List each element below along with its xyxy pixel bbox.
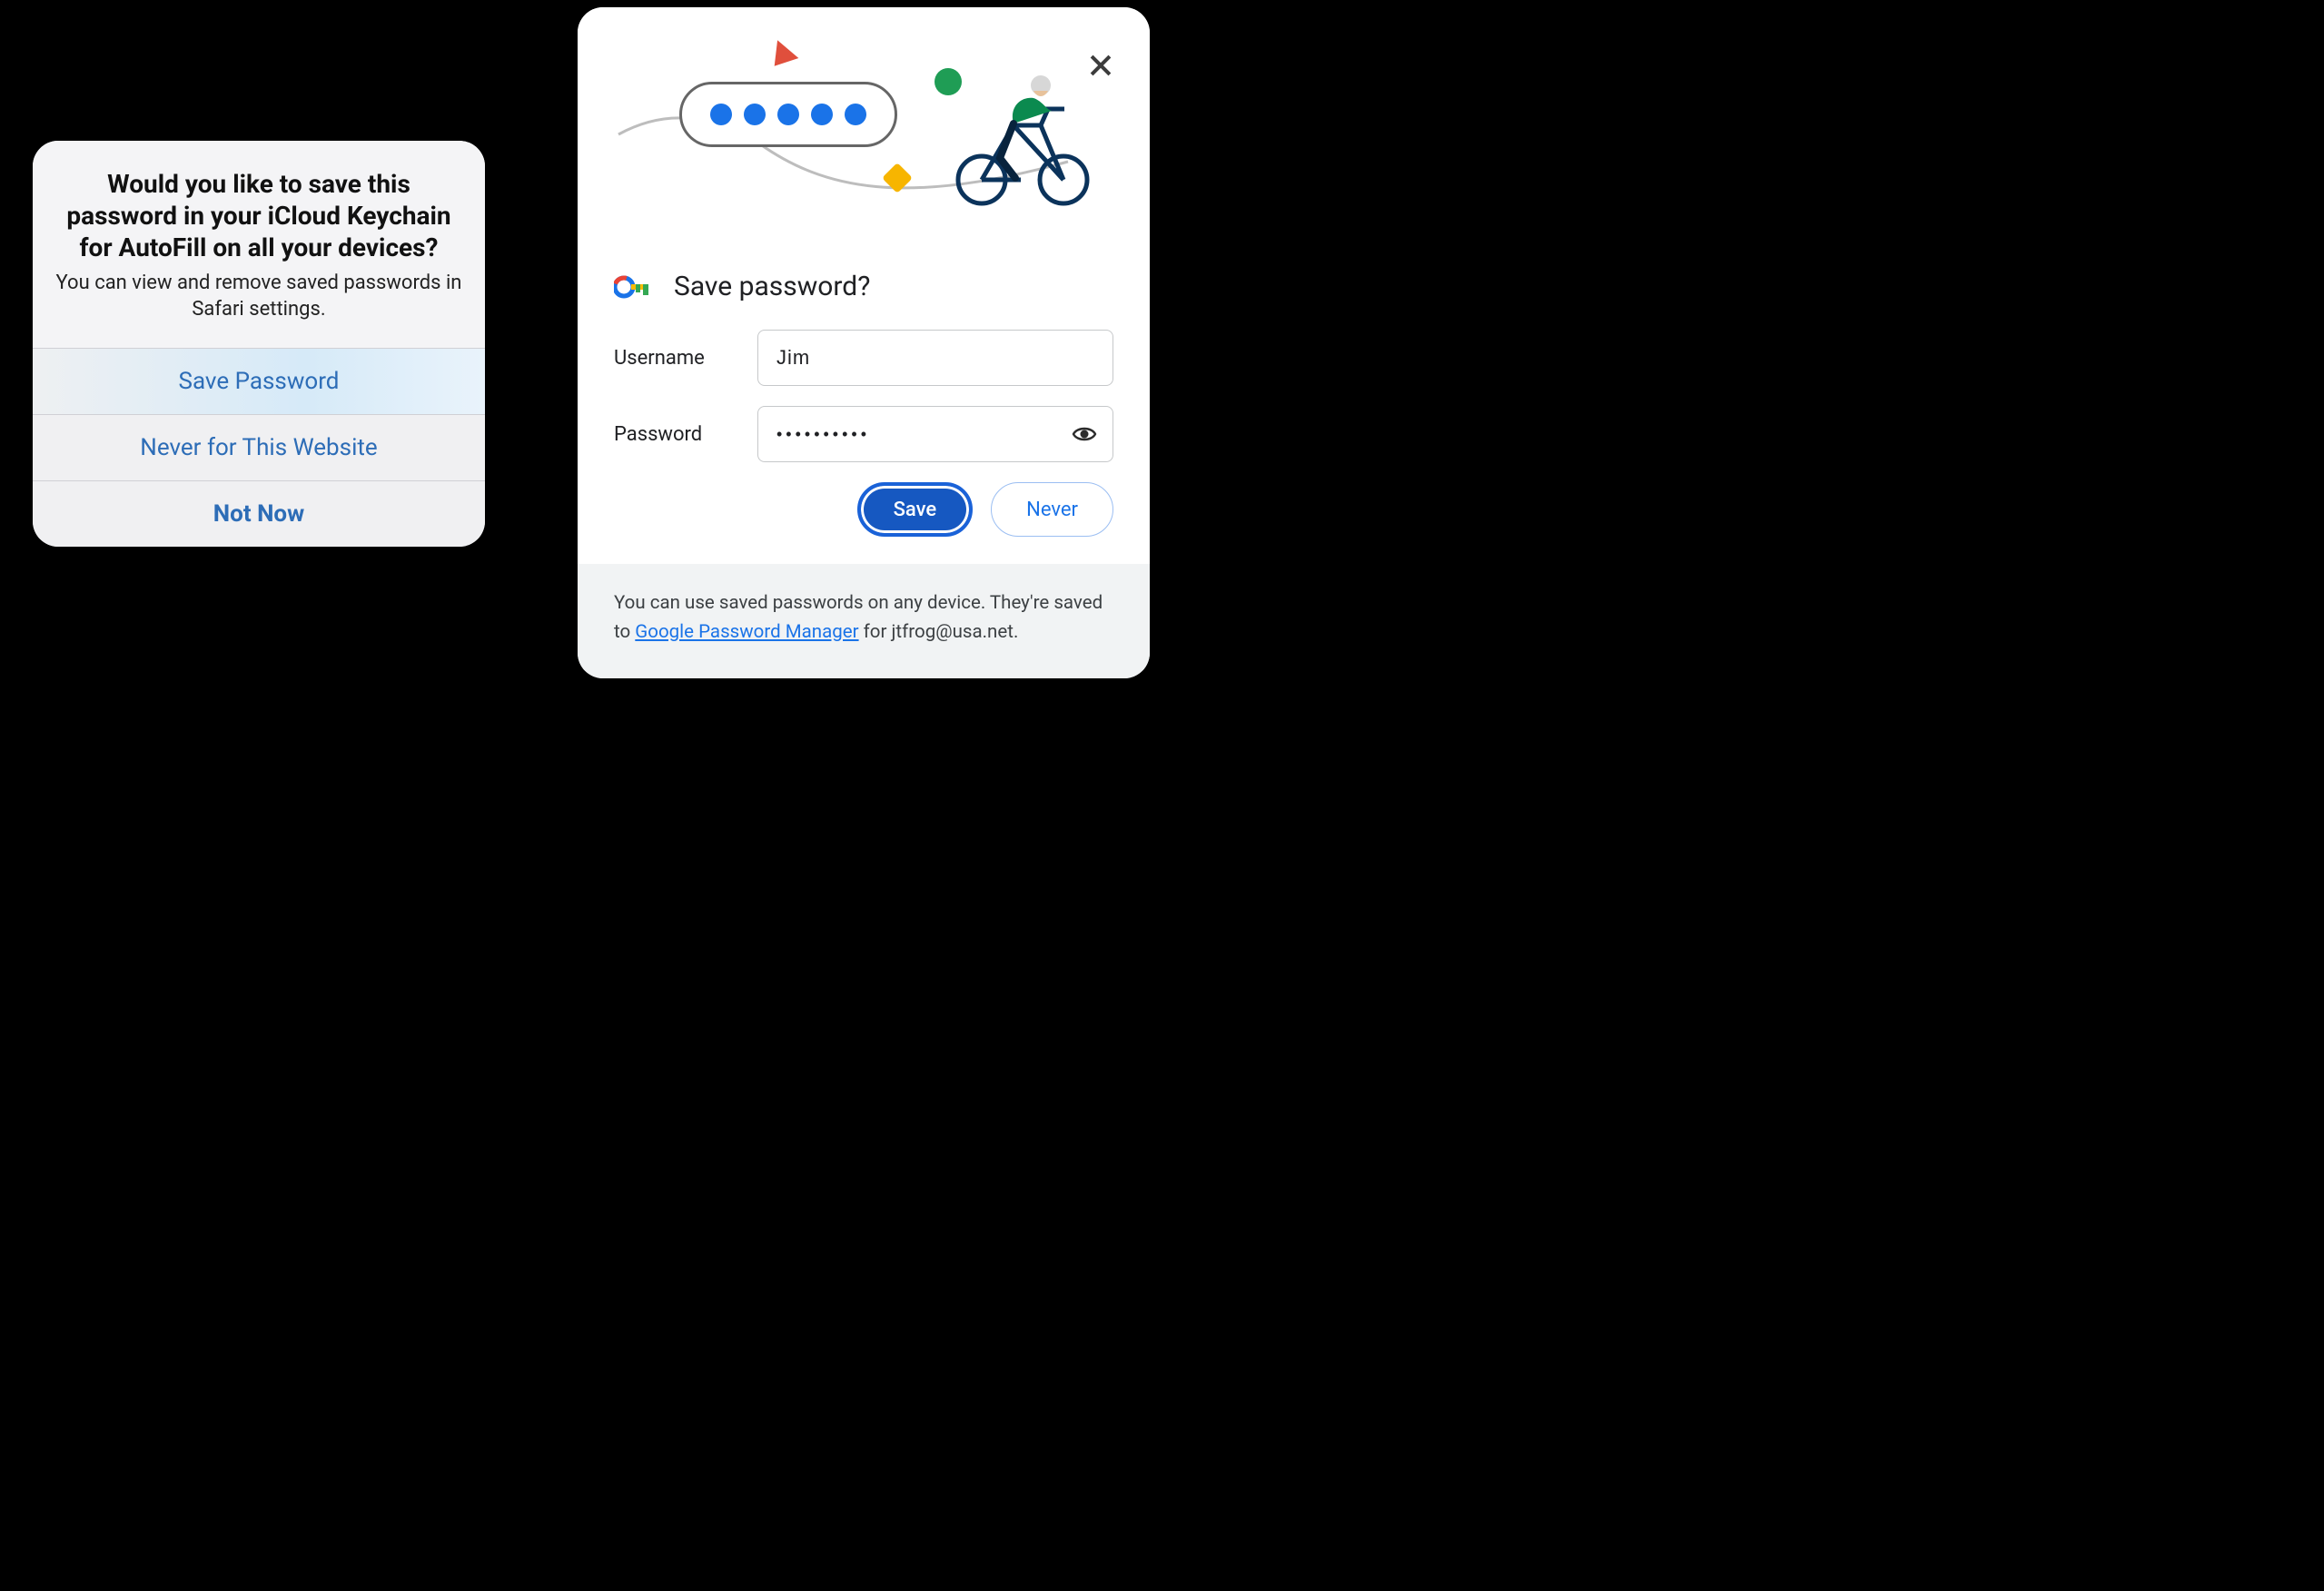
google-password-manager-link[interactable]: Google Password Manager	[635, 621, 858, 643]
dialog-heading: Save password?	[674, 271, 870, 302]
username-label: Username	[614, 347, 757, 370]
chrome-save-password-dialog: Save password? Username Password Save	[578, 7, 1150, 678]
not-now-button[interactable]: Not Now	[33, 480, 485, 547]
safari-save-password-dialog: Would you like to save this password in …	[33, 141, 485, 547]
password-input[interactable]	[757, 406, 1113, 462]
safari-dialog-subtitle: You can view and remove saved passwords …	[54, 271, 463, 322]
key-icon	[614, 274, 652, 300]
password-pill-icon	[679, 82, 897, 147]
cyclist-illustration-icon	[950, 71, 1095, 207]
dialog-footer: You can use saved passwords on any devic…	[578, 564, 1150, 678]
never-button[interactable]: Never	[991, 482, 1113, 537]
password-label: Password	[614, 423, 757, 446]
save-button[interactable]: Save	[857, 482, 974, 537]
footer-text-after: for jtfrog@usa.net.	[859, 621, 1019, 643]
show-password-icon[interactable]	[1072, 421, 1097, 447]
never-for-website-button[interactable]: Never for This Website	[33, 414, 485, 480]
safari-dialog-header: Would you like to save this password in …	[33, 141, 485, 348]
close-button[interactable]	[1086, 51, 1115, 80]
dialog-illustration	[578, 7, 1150, 216]
username-input[interactable]	[757, 330, 1113, 386]
safari-dialog-title: Would you like to save this password in …	[54, 168, 463, 263]
save-password-button[interactable]: Save Password	[33, 348, 485, 414]
